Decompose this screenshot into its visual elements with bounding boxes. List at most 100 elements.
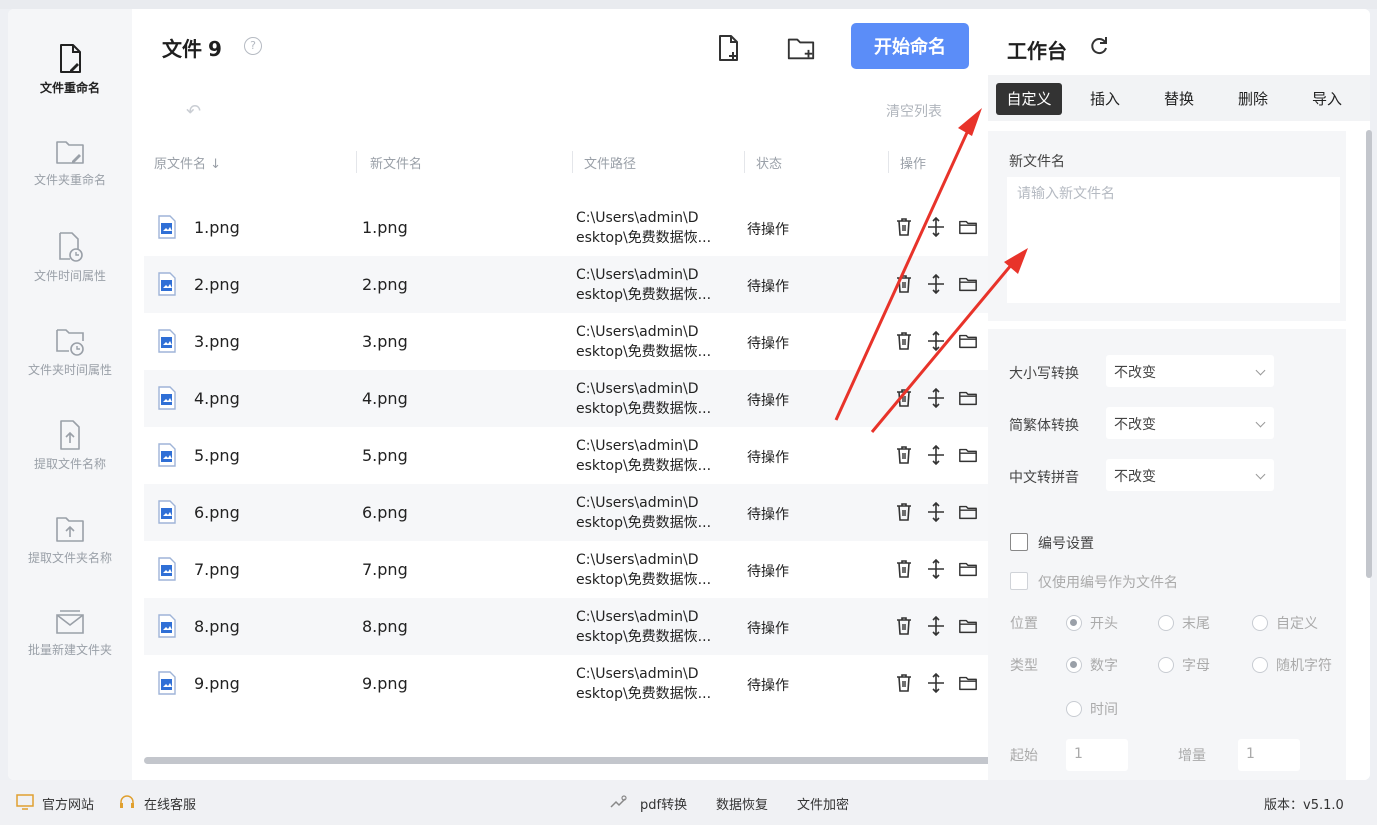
move-icon[interactable] (926, 387, 946, 409)
delete-icon[interactable] (894, 273, 914, 295)
table-row[interactable]: 8.png 8.png C:\Users\admin\D esktop\免费数据恢..… (144, 598, 988, 655)
move-icon[interactable] (926, 216, 946, 238)
sidebar-item-batch-new-folder[interactable]: 批量新建文件夹 (8, 607, 132, 658)
horizontal-scrollbar[interactable] (144, 757, 992, 764)
sidebar-item-folder-time[interactable]: 文件夹时间属性 (8, 325, 132, 378)
step-number-stepper[interactable]: 1 (1238, 739, 1300, 771)
move-icon[interactable] (926, 672, 946, 694)
start-rename-button[interactable]: 开始命名 (851, 23, 969, 69)
file-path-line: esktop\免费数据恢... (576, 230, 712, 246)
file-path-line: esktop\免费数据恢... (576, 401, 712, 417)
move-icon[interactable] (926, 558, 946, 580)
type-radio-time[interactable] (1066, 701, 1082, 717)
column-divider (356, 151, 357, 173)
sidebar-item-label: 文件时间属性 (33, 269, 106, 283)
sidebar-item-label: 文件重命名 (39, 81, 100, 95)
type-radio-letter[interactable] (1158, 657, 1174, 673)
move-icon[interactable] (926, 273, 946, 295)
data-recovery-link[interactable]: 数据恢复 (716, 794, 768, 813)
file-edit-icon (60, 44, 81, 73)
open-folder-icon[interactable] (958, 273, 978, 295)
panel-vertical-scrollbar[interactable] (1366, 130, 1372, 578)
sidebar-item-folder-rename[interactable]: 文件夹重命名 (8, 137, 132, 188)
sidebar-item-label: 批量新建文件夹 (27, 643, 112, 657)
online-support-link[interactable]: 在线客服 (144, 794, 196, 813)
type-radio-number[interactable] (1066, 657, 1082, 673)
file-count: 9 (208, 37, 222, 61)
add-file-icon[interactable] (713, 33, 743, 63)
open-folder-icon[interactable] (958, 216, 978, 238)
table-row[interactable]: 9.png 9.png C:\Users\admin\D esktop\免费数据恢..… (144, 655, 988, 712)
delete-icon[interactable] (894, 558, 914, 580)
page-title-text: 文件 (162, 37, 202, 61)
file-path: C:\Users\admin\D esktop\免费数据恢... (576, 436, 736, 476)
open-folder-icon[interactable] (958, 672, 978, 694)
table-row[interactable]: 6.png 6.png C:\Users\admin\D esktop\免费数据恢..… (144, 484, 988, 541)
table-row[interactable]: 7.png 7.png C:\Users\admin\D esktop\免费数据恢..… (144, 541, 988, 598)
start-number-value: 1 (1074, 746, 1083, 762)
image-file-icon (158, 614, 176, 638)
file-path: C:\Users\admin\D esktop\免费数据恢... (576, 493, 736, 533)
delete-icon[interactable] (894, 501, 914, 523)
column-new-name: 新文件名 (370, 157, 423, 172)
move-icon[interactable] (926, 330, 946, 352)
position-radio-custom[interactable] (1252, 615, 1268, 631)
new-filename: 5.png (362, 446, 408, 465)
new-filename: 1.png (362, 218, 408, 237)
tab-insert[interactable]: 插入 (1072, 83, 1138, 115)
type-label: 类型 (1010, 658, 1038, 674)
table-row[interactable]: 2.png 2.png C:\Users\admin\D esktop\免费数据恢..… (144, 256, 988, 313)
start-number-stepper[interactable]: 1 (1066, 739, 1128, 771)
delete-icon[interactable] (894, 615, 914, 637)
pinyin-convert-select[interactable]: 不改变 (1106, 459, 1274, 491)
table-row[interactable]: 4.png 4.png C:\Users\admin\D esktop\免费数据恢..… (144, 370, 988, 427)
open-folder-icon[interactable] (958, 387, 978, 409)
open-folder-icon[interactable] (958, 615, 978, 637)
pdf-convert-link[interactable]: pdf转换 (640, 794, 687, 813)
delete-icon[interactable] (894, 387, 914, 409)
table-row[interactable]: 5.png 5.png C:\Users\admin\D esktop\免费数据恢..… (144, 427, 988, 484)
clear-list-button[interactable]: 清空列表 (886, 101, 942, 121)
tab-custom[interactable]: 自定义 (996, 83, 1062, 115)
tab-import[interactable]: 导入 (1294, 83, 1360, 115)
position-radio-end[interactable] (1158, 615, 1174, 631)
sidebar-item-extract-filename[interactable]: 提取文件名称 (8, 419, 132, 472)
window-top-strip (0, 0, 1377, 9)
open-folder-icon[interactable] (958, 444, 978, 466)
delete-icon[interactable] (894, 444, 914, 466)
official-website-link[interactable]: 官方网站 (42, 794, 94, 813)
numbering-checkbox[interactable] (1010, 533, 1028, 551)
sidebar-item-file-time[interactable]: 文件时间属性 (8, 231, 132, 284)
image-file-icon (158, 557, 176, 581)
sidebar-item-file-rename[interactable]: 文件重命名 (8, 43, 132, 96)
chevron-down-icon (1255, 469, 1266, 480)
refresh-icon[interactable] (1088, 35, 1110, 57)
undo-icon[interactable]: ↶ (186, 101, 201, 122)
sidebar-item-extract-foldername[interactable]: 提取文件夹名称 (8, 513, 132, 566)
add-folder-icon[interactable] (786, 33, 816, 63)
type-radio-random[interactable] (1252, 657, 1268, 673)
delete-icon[interactable] (894, 216, 914, 238)
tab-replace[interactable]: 替换 (1146, 83, 1212, 115)
only-number-checkbox[interactable] (1010, 572, 1028, 590)
case-convert-select[interactable]: 不改变 (1106, 355, 1274, 387)
table-row[interactable]: 1.png 1.png C:\Users\admin\D esktop\免费数据恢..… (144, 199, 988, 256)
move-icon[interactable] (926, 501, 946, 523)
move-icon[interactable] (926, 615, 946, 637)
new-name-input[interactable] (1007, 177, 1340, 303)
file-path-line: C:\Users\admin\D (576, 552, 699, 568)
file-path-line: C:\Users\admin\D (576, 210, 699, 226)
move-icon[interactable] (926, 444, 946, 466)
tab-delete[interactable]: 删除 (1220, 83, 1286, 115)
trad-convert-select[interactable]: 不改变 (1106, 407, 1274, 439)
table-row[interactable]: 3.png 3.png C:\Users\admin\D esktop\免费数据恢..… (144, 313, 988, 370)
file-encrypt-link[interactable]: 文件加密 (797, 794, 849, 813)
delete-icon[interactable] (894, 672, 914, 694)
open-folder-icon[interactable] (958, 501, 978, 523)
column-original-name[interactable]: 原文件名 ↓ (154, 153, 221, 172)
open-folder-icon[interactable] (958, 558, 978, 580)
open-folder-icon[interactable] (958, 330, 978, 352)
delete-icon[interactable] (894, 330, 914, 352)
help-icon[interactable]: ? (244, 37, 262, 55)
position-radio-start[interactable] (1066, 615, 1082, 631)
